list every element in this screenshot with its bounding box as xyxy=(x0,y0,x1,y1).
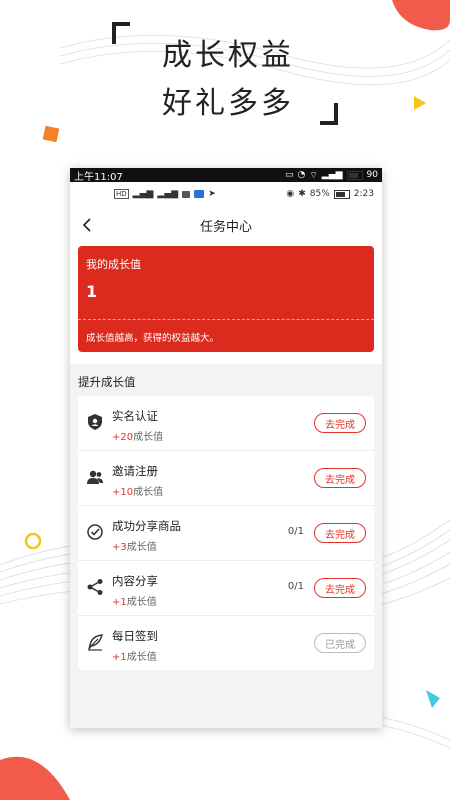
task-title: 内容分享 xyxy=(112,574,158,588)
app-icon xyxy=(194,190,205,198)
message-icon: ▭ xyxy=(284,170,294,180)
task-reward: +1成长值 xyxy=(112,593,157,608)
section-title: 提升成长值 xyxy=(78,375,136,389)
battery-icon xyxy=(346,170,363,180)
task-points-unit: 成长值 xyxy=(126,652,157,663)
status-bar: HD ▂▄▆ ▂▄▆ ➤ ◉ ✱ 85% 2:23 xyxy=(70,182,382,206)
eye-icon: ◉ xyxy=(286,189,295,199)
task-reward: +3成长值 xyxy=(112,538,157,553)
task-reward: +10成长值 xyxy=(112,483,163,498)
growth-label: 我的成长值 xyxy=(86,258,141,271)
phone-screen: 上午11:07 ▭ ◔ ⌔ ▂▄▆ 90 HD ▂▄▆ ▂▄▆ ➤ ◉ ✱ 85… xyxy=(70,168,382,728)
task-points-unit: 成长值 xyxy=(133,432,164,443)
task-points: +1 xyxy=(112,652,127,663)
shield-user-icon xyxy=(88,414,102,430)
task-row: 每日签到 +1成长值 已完成 xyxy=(78,616,374,670)
battery-percent: 85% xyxy=(309,189,330,199)
alarm-icon: ◔ xyxy=(297,170,306,180)
nav-bar: 任务中心 xyxy=(70,206,382,244)
divider xyxy=(78,319,374,320)
quote-bracket-left xyxy=(112,22,130,44)
go-complete-button[interactable]: 去完成 xyxy=(314,468,366,488)
system-bar: 上午11:07 ▭ ◔ ⌔ ▂▄▆ 90 xyxy=(70,168,382,183)
task-progress: 0/1 xyxy=(287,581,304,592)
task-points: +3 xyxy=(112,542,127,553)
feather-sign-icon xyxy=(88,634,103,651)
growth-card: 我的成长值 1 成长值越高，获得的权益越大。 xyxy=(78,246,374,352)
task-points: +20 xyxy=(112,432,134,443)
promo-headline-2: 好礼多多 xyxy=(162,86,294,121)
system-time: 上午11:07 xyxy=(74,171,123,183)
completed-button[interactable]: 已完成 xyxy=(314,633,366,653)
system-battery-level: 90 xyxy=(366,170,378,180)
signal-icon: ▂▄▆ xyxy=(157,189,179,199)
go-complete-button[interactable]: 去完成 xyxy=(314,413,366,433)
task-points-unit: 成长值 xyxy=(126,542,157,553)
task-reward: +1成长值 xyxy=(112,648,157,663)
task-title: 每日签到 xyxy=(112,629,158,643)
signal-icon: ▂▄▆ xyxy=(132,189,154,199)
check-circle-icon xyxy=(87,524,103,540)
go-complete-button[interactable]: 去完成 xyxy=(314,578,366,598)
task-row: 成功分享商品 +3成长值 0/1 去完成 xyxy=(78,506,374,561)
clock: 2:23 xyxy=(353,189,374,199)
task-reward: +20成长值 xyxy=(112,428,163,443)
hd-badge: HD xyxy=(114,189,129,199)
page-title: 任务中心 xyxy=(199,219,252,235)
task-title: 邀请注册 xyxy=(112,464,158,478)
chevron-left-icon xyxy=(82,218,91,232)
task-title: 实名认证 xyxy=(112,409,158,423)
promo-headline-1: 成长权益 xyxy=(162,38,294,73)
task-row: 内容分享 +1成长值 0/1 去完成 xyxy=(78,561,374,616)
growth-note: 成长值越高，获得的权益越大。 xyxy=(86,333,220,344)
invite-user-icon xyxy=(87,470,103,484)
bluetooth-icon: ✱ xyxy=(298,189,306,199)
task-points-unit: 成长值 xyxy=(126,597,157,608)
back-button[interactable] xyxy=(76,214,98,236)
signal-icon: ▂▄▆ xyxy=(321,170,343,180)
task-list: 实名认证 +20成长值 去完成 邀请注册 +10成长值 去完成 成功分享商品 +… xyxy=(78,396,374,670)
go-complete-button[interactable]: 去完成 xyxy=(314,523,366,543)
share-icon xyxy=(87,579,103,595)
task-points: +10 xyxy=(112,487,134,498)
task-points-unit: 成长值 xyxy=(133,487,164,498)
quote-bracket-right xyxy=(320,103,338,125)
task-row: 邀请注册 +10成长值 去完成 xyxy=(78,451,374,506)
notification-icon xyxy=(182,190,191,198)
task-row: 实名认证 +20成长值 去完成 xyxy=(78,396,374,451)
task-title: 成功分享商品 xyxy=(112,519,181,533)
battery-icon xyxy=(333,189,350,199)
telegram-icon: ➤ xyxy=(208,189,216,199)
task-progress: 0/1 xyxy=(287,526,304,537)
growth-value: 1 xyxy=(86,282,98,301)
wifi-icon: ⌔ xyxy=(309,170,318,181)
task-points: +1 xyxy=(112,597,127,608)
